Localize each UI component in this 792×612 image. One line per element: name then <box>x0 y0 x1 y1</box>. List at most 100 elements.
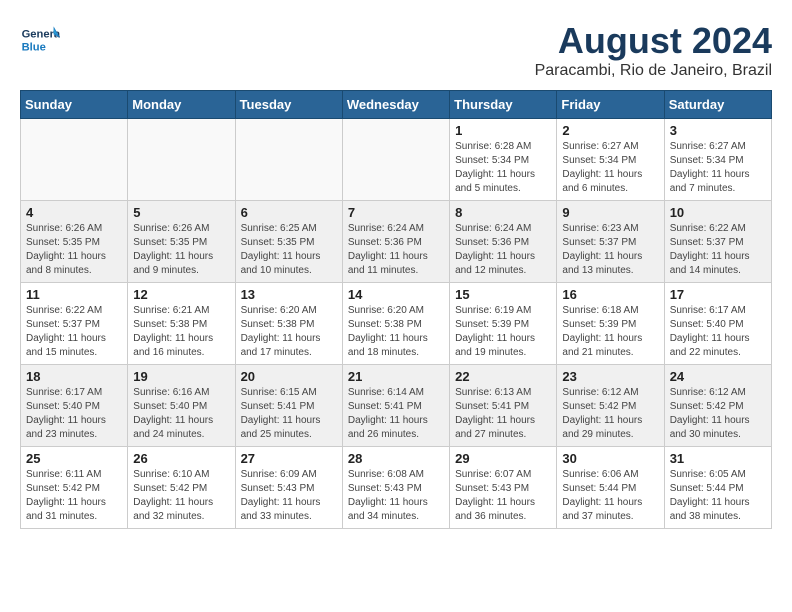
day-number: 23 <box>562 369 658 384</box>
day-number: 7 <box>348 205 444 220</box>
calendar-cell: 17 Sunrise: 6:17 AM Sunset: 5:40 PM Dayli… <box>664 283 771 365</box>
weekday-header: Thursday <box>450 91 557 119</box>
day-number: 4 <box>26 205 122 220</box>
day-number: 2 <box>562 123 658 138</box>
calendar-cell: 19 Sunrise: 6:16 AM Sunset: 5:40 PM Dayli… <box>128 365 235 447</box>
logo: General Blue <box>20 20 60 60</box>
calendar-table: SundayMondayTuesdayWednesdayThursdayFrid… <box>20 90 772 529</box>
calendar-cell <box>342 119 449 201</box>
calendar-cell <box>235 119 342 201</box>
calendar-cell: 6 Sunrise: 6:25 AM Sunset: 5:35 PM Daylig… <box>235 201 342 283</box>
calendar-cell: 4 Sunrise: 6:26 AM Sunset: 5:35 PM Daylig… <box>21 201 128 283</box>
calendar-cell: 2 Sunrise: 6:27 AM Sunset: 5:34 PM Daylig… <box>557 119 664 201</box>
header-row: SundayMondayTuesdayWednesdayThursdayFrid… <box>21 91 772 119</box>
location: Paracambi, Rio de Janeiro, Brazil <box>535 62 772 80</box>
day-number: 18 <box>26 369 122 384</box>
day-info: Sunrise: 6:10 AM Sunset: 5:42 PM Dayligh… <box>133 468 229 524</box>
day-number: 27 <box>241 451 337 466</box>
day-number: 25 <box>26 451 122 466</box>
calendar-cell: 10 Sunrise: 6:22 AM Sunset: 5:37 PM Dayli… <box>664 201 771 283</box>
day-info: Sunrise: 6:18 AM Sunset: 5:39 PM Dayligh… <box>562 304 658 360</box>
day-info: Sunrise: 6:11 AM Sunset: 5:42 PM Dayligh… <box>26 468 122 524</box>
day-info: Sunrise: 6:17 AM Sunset: 5:40 PM Dayligh… <box>670 304 766 360</box>
calendar-cell: 30 Sunrise: 6:06 AM Sunset: 5:44 PM Dayli… <box>557 447 664 529</box>
day-number: 30 <box>562 451 658 466</box>
calendar-cell: 26 Sunrise: 6:10 AM Sunset: 5:42 PM Dayli… <box>128 447 235 529</box>
day-info: Sunrise: 6:08 AM Sunset: 5:43 PM Dayligh… <box>348 468 444 524</box>
calendar-cell: 9 Sunrise: 6:23 AM Sunset: 5:37 PM Daylig… <box>557 201 664 283</box>
day-info: Sunrise: 6:12 AM Sunset: 5:42 PM Dayligh… <box>562 386 658 442</box>
day-info: Sunrise: 6:14 AM Sunset: 5:41 PM Dayligh… <box>348 386 444 442</box>
calendar-cell: 18 Sunrise: 6:17 AM Sunset: 5:40 PM Dayli… <box>21 365 128 447</box>
day-info: Sunrise: 6:17 AM Sunset: 5:40 PM Dayligh… <box>26 386 122 442</box>
calendar-cell: 14 Sunrise: 6:20 AM Sunset: 5:38 PM Dayli… <box>342 283 449 365</box>
weekday-header: Friday <box>557 91 664 119</box>
calendar-cell: 12 Sunrise: 6:21 AM Sunset: 5:38 PM Dayli… <box>128 283 235 365</box>
calendar-cell: 5Sunrise: 6:26 AM Sunset: 5:35 PM Daylig… <box>128 201 235 283</box>
day-number: 22 <box>455 369 551 384</box>
month-title: August 2024 <box>535 20 772 62</box>
day-info: Sunrise: 6:06 AM Sunset: 5:44 PM Dayligh… <box>562 468 658 524</box>
day-info: Sunrise: 6:20 AM Sunset: 5:38 PM Dayligh… <box>241 304 337 360</box>
weekday-header: Sunday <box>21 91 128 119</box>
day-info: Sunrise: 6:26 AM Sunset: 5:35 PM Dayligh… <box>133 222 229 278</box>
day-number: 15 <box>455 287 551 302</box>
day-info: Sunrise: 6:22 AM Sunset: 5:37 PM Dayligh… <box>670 222 766 278</box>
calendar-cell: 28 Sunrise: 6:08 AM Sunset: 5:43 PM Dayli… <box>342 447 449 529</box>
day-info: Sunrise: 6:23 AM Sunset: 5:37 PM Dayligh… <box>562 222 658 278</box>
weekday-header: Wednesday <box>342 91 449 119</box>
day-info: Sunrise: 6:20 AM Sunset: 5:38 PM Dayligh… <box>348 304 444 360</box>
day-number: 14 <box>348 287 444 302</box>
calendar-cell: 22Sunrise: 6:13 AM Sunset: 5:41 PM Dayli… <box>450 365 557 447</box>
calendar-cell: 20 Sunrise: 6:15 AM Sunset: 5:41 PM Dayli… <box>235 365 342 447</box>
calendar-cell: 3 Sunrise: 6:27 AM Sunset: 5:34 PM Daylig… <box>664 119 771 201</box>
calendar-cell: 24Sunrise: 6:12 AM Sunset: 5:42 PM Dayli… <box>664 365 771 447</box>
day-number: 26 <box>133 451 229 466</box>
day-number: 1 <box>455 123 551 138</box>
day-info: Sunrise: 6:07 AM Sunset: 5:43 PM Dayligh… <box>455 468 551 524</box>
day-info: Sunrise: 6:15 AM Sunset: 5:41 PM Dayligh… <box>241 386 337 442</box>
calendar-cell: 8Sunrise: 6:24 AM Sunset: 5:36 PM Daylig… <box>450 201 557 283</box>
calendar-cell <box>128 119 235 201</box>
day-info: Sunrise: 6:21 AM Sunset: 5:38 PM Dayligh… <box>133 304 229 360</box>
day-number: 21 <box>348 369 444 384</box>
calendar-cell: 16 Sunrise: 6:18 AM Sunset: 5:39 PM Dayli… <box>557 283 664 365</box>
day-number: 19 <box>133 369 229 384</box>
weekday-header: Saturday <box>664 91 771 119</box>
day-number: 11 <box>26 287 122 302</box>
day-info: Sunrise: 6:09 AM Sunset: 5:43 PM Dayligh… <box>241 468 337 524</box>
day-info: Sunrise: 6:28 AM Sunset: 5:34 PM Dayligh… <box>455 140 551 196</box>
day-number: 6 <box>241 205 337 220</box>
svg-text:Blue: Blue <box>22 41 46 53</box>
day-info: Sunrise: 6:27 AM Sunset: 5:34 PM Dayligh… <box>670 140 766 196</box>
calendar-cell: 29 Sunrise: 6:07 AM Sunset: 5:43 PM Dayli… <box>450 447 557 529</box>
calendar-cell <box>21 119 128 201</box>
calendar-week-row: 25 Sunrise: 6:11 AM Sunset: 5:42 PM Dayli… <box>21 447 772 529</box>
weekday-header: Tuesday <box>235 91 342 119</box>
day-info: Sunrise: 6:25 AM Sunset: 5:35 PM Dayligh… <box>241 222 337 278</box>
day-number: 28 <box>348 451 444 466</box>
day-info: Sunrise: 6:12 AM Sunset: 5:42 PM Dayligh… <box>670 386 766 442</box>
day-number: 9 <box>562 205 658 220</box>
calendar-cell: 27 Sunrise: 6:09 AM Sunset: 5:43 PM Dayli… <box>235 447 342 529</box>
day-number: 12 <box>133 287 229 302</box>
day-info: Sunrise: 6:16 AM Sunset: 5:40 PM Dayligh… <box>133 386 229 442</box>
day-number: 20 <box>241 369 337 384</box>
day-info: Sunrise: 6:27 AM Sunset: 5:34 PM Dayligh… <box>562 140 658 196</box>
calendar-cell: 7Sunrise: 6:24 AM Sunset: 5:36 PM Daylig… <box>342 201 449 283</box>
calendar-cell: 15Sunrise: 6:19 AM Sunset: 5:39 PM Dayli… <box>450 283 557 365</box>
title-area: August 2024 Paracambi, Rio de Janeiro, B… <box>535 20 772 80</box>
day-number: 17 <box>670 287 766 302</box>
day-info: Sunrise: 6:24 AM Sunset: 5:36 PM Dayligh… <box>455 222 551 278</box>
day-info: Sunrise: 6:26 AM Sunset: 5:35 PM Dayligh… <box>26 222 122 278</box>
day-info: Sunrise: 6:05 AM Sunset: 5:44 PM Dayligh… <box>670 468 766 524</box>
logo-icon: General Blue <box>20 20 60 60</box>
day-number: 10 <box>670 205 766 220</box>
day-number: 16 <box>562 287 658 302</box>
day-number: 29 <box>455 451 551 466</box>
day-info: Sunrise: 6:22 AM Sunset: 5:37 PM Dayligh… <box>26 304 122 360</box>
day-number: 3 <box>670 123 766 138</box>
calendar-cell: 21 Sunrise: 6:14 AM Sunset: 5:41 PM Dayli… <box>342 365 449 447</box>
page-header: General Blue August 2024 Paracambi, Rio … <box>20 20 772 80</box>
weekday-header: Monday <box>128 91 235 119</box>
